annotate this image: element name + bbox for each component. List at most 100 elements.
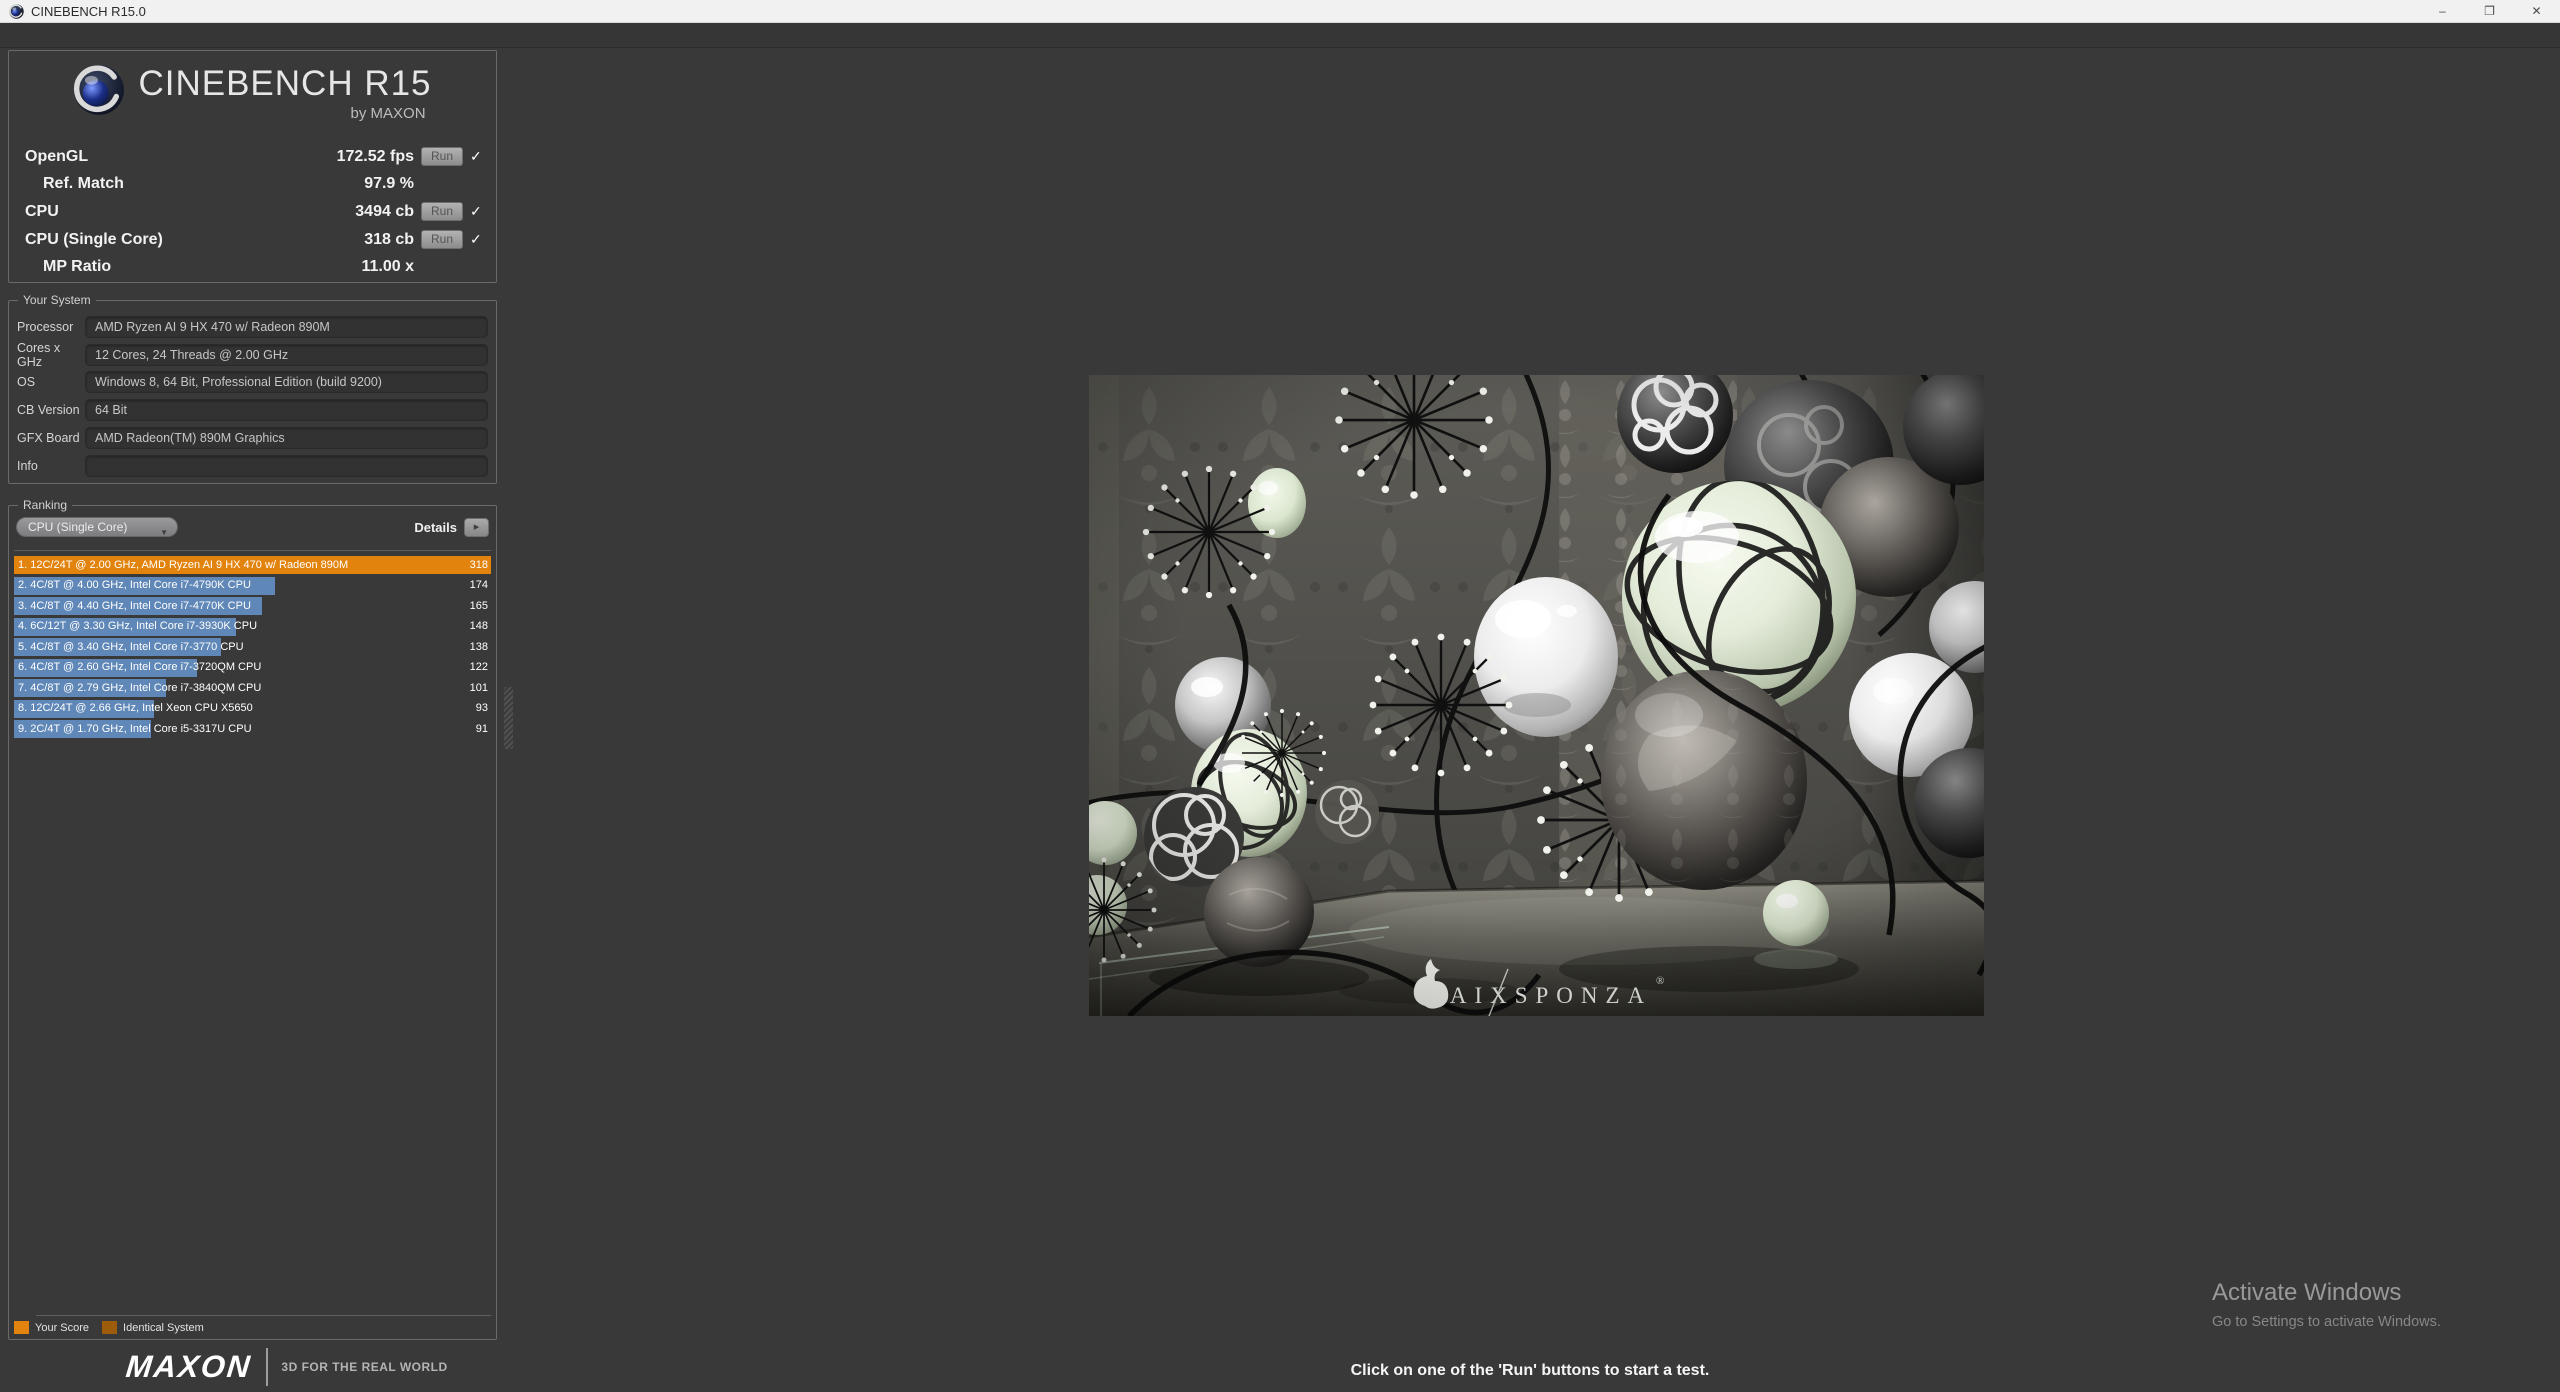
ranking-row-value: 91 <box>476 723 488 735</box>
ranking-row[interactable]: 2. 4C/8T @ 4.00 GHz, Intel Core i7-4790K… <box>14 577 491 595</box>
ranking-row[interactable]: 3. 4C/8T @ 4.40 GHz, Intel Core i7-4770K… <box>14 597 491 615</box>
score-value: 97.9 % <box>364 175 414 193</box>
score-row: CPU (Single Core) 318 cb Run✓ <box>17 226 488 254</box>
field-input[interactable] <box>85 455 488 477</box>
legend-separator <box>36 1315 491 1316</box>
run-area: Run ✓ <box>414 230 488 249</box>
footer-divider <box>266 1348 268 1386</box>
ranking-row-label: 3. 4C/8T @ 4.40 GHz, Intel Core i7-4770K… <box>18 600 251 612</box>
ranking-row-value: 174 <box>470 579 488 591</box>
watermark-line1: Activate Windows <box>2212 1279 2441 1307</box>
activate-windows-watermark: Activate Windows Go to Settings to activ… <box>2212 1279 2441 1330</box>
score-row: OpenGL 172.52 fps Run✓ <box>17 143 488 171</box>
score-list: OpenGL 172.52 fps Run✓ Ref. Match 97.9 %… <box>17 143 488 281</box>
field-input[interactable]: 12 Cores, 24 Threads @ 2.00 GHz <box>85 344 488 366</box>
ranking-row[interactable]: 8. 12C/24T @ 2.66 GHz, Intel Xeon CPU X5… <box>14 700 491 718</box>
ranking-row-label: 8. 12C/24T @ 2.66 GHz, Intel Xeon CPU X5… <box>18 702 253 714</box>
maxon-logo: MAXON <box>124 1349 253 1385</box>
field-input[interactable]: 64 Bit <box>85 399 488 421</box>
ranking-row-label: 6. 4C/8T @ 2.60 GHz, Intel Core i7-3720Q… <box>18 661 261 673</box>
maximize-button[interactable]: ❐ <box>2466 0 2513 22</box>
ranking-row-value: 122 <box>470 661 488 673</box>
run-area: Run ✓ <box>414 147 488 166</box>
score-value: 318 cb <box>364 231 414 249</box>
ranking-row-label: 5. 4C/8T @ 3.40 GHz, Intel Core i7-3770 … <box>18 641 244 653</box>
ranking-panel: Ranking CPU (Single Core) ▼ Details ▸ 1.… <box>8 505 497 1340</box>
status-hint: Click on one of the 'Run' buttons to sta… <box>500 1362 2560 1380</box>
ranking-row[interactable]: 7. 4C/8T @ 2.79 GHz, Intel Core i7-3840Q… <box>14 679 491 697</box>
ranking-row[interactable]: 4. 6C/12T @ 3.30 GHz, Intel Core i7-3930… <box>14 618 491 636</box>
system-field-row: Info <box>17 452 488 480</box>
ranking-row-value: 93 <box>476 702 488 714</box>
your-system-panel: Your System Processor AMD Ryzen AI 9 HX … <box>8 300 497 484</box>
chevron-down-icon: ▼ <box>160 523 168 542</box>
cinebench-logo: CINEBENCH R15 by MAXON <box>9 64 496 122</box>
ranking-list: 1. 12C/24T @ 2.00 GHz, AMD Ryzen AI 9 HX… <box>14 556 491 741</box>
ranking-separator <box>14 550 491 551</box>
legend-item: Identical System <box>102 1321 204 1334</box>
title-bar: CINEBENCH R15.0 – ❐ ✕ <box>0 0 2560 23</box>
system-field-row: OS Windows 8, 64 Bit, Professional Editi… <box>17 369 488 397</box>
field-input[interactable]: AMD Radeon(TM) 890M Graphics <box>85 427 488 449</box>
field-input[interactable]: AMD Ryzen AI 9 HX 470 w/ Radeon 890M <box>85 316 488 338</box>
check-icon: ✓ <box>470 148 482 165</box>
run-button[interactable]: Run <box>421 147 463 166</box>
score-label: Ref. Match <box>17 175 364 193</box>
ranking-row-label: 7. 4C/8T @ 2.79 GHz, Intel Core i7-3840Q… <box>18 682 261 694</box>
run-button[interactable]: Run <box>421 230 463 249</box>
ranking-row[interactable]: 5. 4C/8T @ 3.40 GHz, Intel Core i7-3770 … <box>14 638 491 656</box>
ranking-header: CPU (Single Core) ▼ Details ▸ <box>16 517 489 537</box>
window-controls: – ❐ ✕ <box>2419 0 2560 22</box>
scores-panel: CINEBENCH R15 by MAXON OpenGL 172.52 fps… <box>8 50 497 283</box>
field-label: Cores x GHz <box>17 341 85 369</box>
run-button[interactable]: Run <box>421 202 463 221</box>
ranking-row-value: 101 <box>470 682 488 694</box>
check-icon: ✓ <box>470 203 482 220</box>
ranking-row[interactable]: 1. 12C/24T @ 2.00 GHz, AMD Ryzen AI 9 HX… <box>14 556 491 574</box>
maxon-footer: MAXON 3D FOR THE REAL WORLD <box>126 1346 448 1388</box>
logo-title: CINEBENCH R15 <box>138 64 431 104</box>
field-input[interactable]: Windows 8, 64 Bit, Professional Edition … <box>85 371 488 393</box>
system-fields: Processor AMD Ryzen AI 9 HX 470 w/ Radeo… <box>17 313 488 480</box>
ranking-filter-value: CPU (Single Core) <box>28 520 127 534</box>
system-field-row: GFX Board AMD Radeon(TM) 890M Graphics <box>17 424 488 452</box>
legend-label: Identical System <box>123 1322 204 1334</box>
ranking-row-label: 4. 6C/12T @ 3.30 GHz, Intel Core i7-3930… <box>18 620 257 632</box>
field-label: Processor <box>17 320 85 334</box>
legend-swatch <box>14 1321 29 1334</box>
details-label: Details <box>414 520 457 535</box>
score-value: 3494 cb <box>355 203 414 221</box>
field-label: Info <box>17 459 85 473</box>
cinema4d-logo-icon <box>73 64 125 116</box>
close-button[interactable]: ✕ <box>2513 0 2560 22</box>
ranking-row-value: 138 <box>470 641 488 653</box>
minimize-button[interactable]: – <box>2419 0 2466 22</box>
check-icon: ✓ <box>470 231 482 248</box>
ranking-scrollbar[interactable] <box>504 687 513 749</box>
logo-subtitle: by MAXON <box>138 105 431 122</box>
score-row: CPU 3494 cb Run ✓ <box>17 198 488 226</box>
ranking-title: Ranking <box>18 498 72 513</box>
ranking-row-value: 165 <box>470 600 488 612</box>
ranking-row[interactable]: 9. 2C/4T @ 1.70 GHz, Intel Core i5-3317U… <box>14 720 491 738</box>
ranking-row-value: 318 <box>470 559 488 571</box>
legend-swatch <box>102 1321 117 1334</box>
maxon-tagline: 3D FOR THE REAL WORLD <box>281 1360 447 1374</box>
legend-item: Your Score <box>14 1321 89 1334</box>
score-label: MP Ratio <box>17 258 362 276</box>
ranking-row-label: 2. 4C/8T @ 4.00 GHz, Intel Core i7-4790K… <box>18 579 251 591</box>
score-label: CPU <box>17 203 355 221</box>
your-system-title: Your System <box>18 293 96 308</box>
details-button[interactable]: ▸ <box>464 518 489 537</box>
ranking-row[interactable]: 6. 4C/8T @ 2.60 GHz, Intel Core i7-3720Q… <box>14 659 491 677</box>
ranking-filter-dropdown[interactable]: CPU (Single Core) ▼ <box>16 517 178 537</box>
menu-bar <box>0 23 2560 48</box>
ranking-row-label: 9. 2C/4T @ 1.70 GHz, Intel Core i5-3317U… <box>18 723 252 735</box>
run-area: Run ✓ <box>414 202 488 221</box>
cinema4d-app-icon <box>9 4 24 19</box>
field-label: OS <box>17 375 85 389</box>
score-value: 11.00 x <box>362 258 415 276</box>
score-value: 172.52 fps <box>337 148 414 166</box>
legend-label: Your Score <box>35 1322 89 1334</box>
watermark-line2: Go to Settings to activate Windows. <box>2212 1314 2441 1330</box>
